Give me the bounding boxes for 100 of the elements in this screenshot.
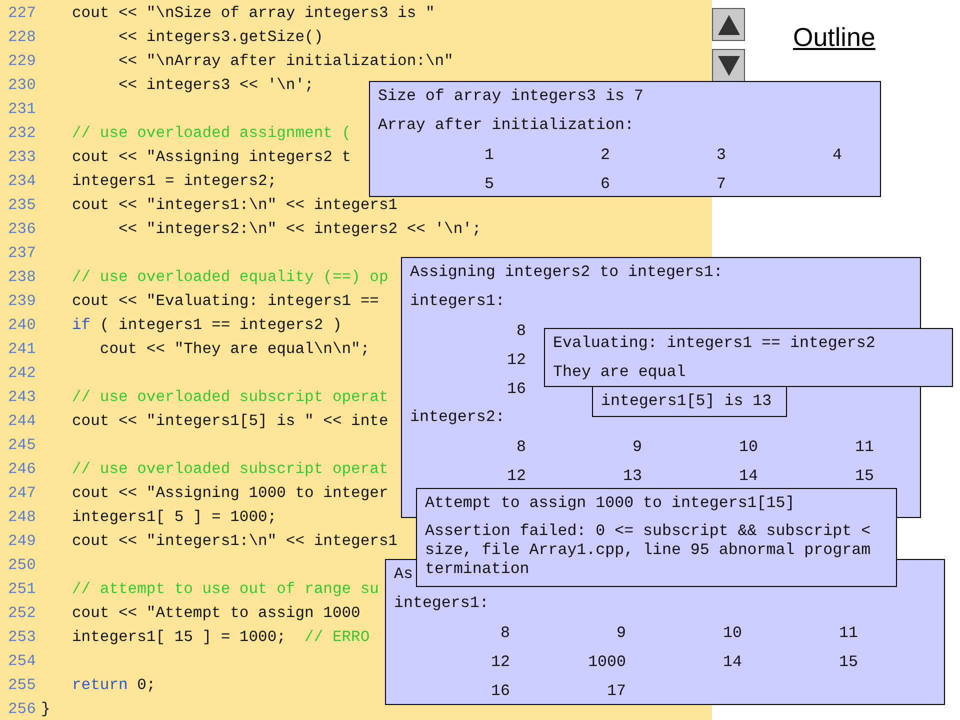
output-number: 8: [516, 322, 526, 340]
line-number: 256: [7, 700, 37, 718]
code-keyword: return: [72, 676, 128, 694]
code-text: cout << "integers1[5] is " << inte: [72, 412, 388, 430]
output-number: 12: [490, 652, 510, 670]
code-text: << "integers2:\n" << integers2 << '\n';: [118, 220, 482, 238]
code-text: integers1[ 5 ] = 1000;: [72, 508, 277, 526]
line-number: 227: [7, 4, 37, 22]
output-number: 17: [606, 682, 626, 700]
output-number: 11: [854, 438, 874, 456]
line-number: 231: [7, 100, 37, 118]
output-number: 14: [722, 652, 742, 670]
output-number: 16: [506, 380, 526, 398]
line-number: 244: [7, 412, 37, 430]
output-text: They are equal: [553, 362, 686, 383]
output-number: 16: [490, 682, 510, 700]
line-number: 229: [7, 52, 37, 70]
code-text: integers1 = integers2;: [72, 172, 277, 190]
code-text: << integers3.getSize(): [118, 28, 324, 46]
output-number: 1000: [587, 652, 626, 670]
code-text: cout << "Assigning 1000 to integer: [72, 484, 388, 502]
code-text: ( integers1 == integers2 ): [98, 316, 342, 334]
output-number: 4: [832, 146, 842, 164]
code-text: cout << "Attempt to assign 1000: [72, 604, 360, 622]
line-number: 248: [7, 508, 37, 526]
output-number: 8: [500, 624, 510, 642]
line-number: 249: [7, 532, 37, 550]
line-number: 239: [7, 292, 37, 310]
line-number: 232: [7, 124, 37, 142]
code-comment: // use overloaded subscript operat: [72, 460, 388, 478]
output-number: 7: [716, 174, 726, 192]
line-number: 243: [7, 388, 37, 406]
line-number: 228: [7, 28, 37, 46]
line-number: 240: [7, 316, 37, 334]
line-number: 251: [7, 580, 37, 598]
output-number: 12: [506, 466, 526, 484]
code-text: << integers3 << '\n';: [118, 76, 314, 94]
code-text: cout << "integers1:\n" << integers1: [72, 196, 398, 214]
line-number: 235: [7, 196, 37, 214]
output-text: integers1:: [410, 291, 505, 312]
output-text: integers1[5] is 13: [601, 391, 772, 412]
line-number: 230: [7, 76, 37, 94]
output-number: 15: [838, 652, 858, 670]
output-text: Assertion failed: 0 <= subscript && subscript < size, file Array1.cpp, line 95 abnormal program termination: [425, 522, 872, 579]
line-number: 245: [7, 436, 37, 454]
code-text: << "\nArray after initialization:\n": [118, 52, 454, 70]
output-text: integers1:: [394, 593, 489, 614]
code-comment: // use overloaded assignment (: [72, 124, 352, 142]
output-number: 15: [854, 466, 874, 484]
code-text: cout << "\nSize of array integers3 is ": [72, 4, 435, 22]
line-number: 247: [7, 484, 37, 502]
line-number: 250: [7, 556, 37, 574]
outline-title: Outline: [793, 22, 876, 54]
output-number: 9: [632, 438, 642, 456]
code-text: cout << "Assigning integers2 t: [72, 148, 352, 166]
code-keyword: if: [72, 316, 91, 334]
output-text: integers2:: [410, 407, 505, 428]
line-number: 233: [7, 148, 37, 166]
output-text: Size of array integers3 is 7: [378, 86, 644, 107]
output-number: 9: [616, 624, 626, 642]
output-text: Evaluating: integers1 == integers2: [553, 333, 876, 354]
line-number: 254: [7, 652, 37, 670]
line-number: 255: [7, 676, 37, 694]
line-number: 253: [7, 628, 37, 646]
output-number: 1: [484, 146, 494, 164]
next-button[interactable]: [712, 49, 745, 82]
line-number: 246: [7, 460, 37, 478]
code-comment: // attempt to use out of range su: [72, 580, 379, 598]
output-number: 12: [506, 350, 526, 368]
output-text: Attempt to assign 1000 to integers1[15]: [425, 493, 795, 514]
code-text: }: [41, 700, 50, 718]
output-number: 3: [716, 146, 726, 164]
output-number: 11: [838, 624, 858, 642]
output-text: As: [394, 564, 413, 585]
line-number: 242: [7, 364, 37, 382]
up-triangle-icon: [716, 14, 740, 36]
code-comment: // use overloaded subscript operat: [72, 388, 388, 406]
code-comment: // ERRO: [304, 628, 370, 646]
output-number: 2: [600, 146, 610, 164]
down-triangle-icon: [716, 54, 740, 76]
code-text: cout << "Evaluating: integers1 ==: [72, 292, 379, 310]
output-number: 10: [738, 438, 758, 456]
output-text: Assigning integers2 to integers1:: [410, 262, 723, 283]
code-text: cout << "integers1:\n" << integers1: [72, 532, 398, 550]
output-number: 14: [738, 466, 758, 484]
line-number: 241: [7, 340, 37, 358]
output-number: 5: [484, 174, 494, 192]
code-text: 0;: [136, 676, 156, 694]
code-text: cout << "They are equal\n\n";: [98, 340, 370, 358]
output-number: 13: [622, 466, 642, 484]
output-text: Array after initialization:: [378, 115, 634, 136]
output-number: 8: [516, 438, 526, 456]
line-number: 237: [7, 244, 37, 262]
previous-button[interactable]: [712, 8, 745, 41]
line-number: 236: [7, 220, 37, 238]
output-number: 6: [600, 174, 610, 192]
line-number: 252: [7, 604, 37, 622]
output-number: 10: [722, 624, 742, 642]
code-text: integers1[ 15 ] = 1000;: [72, 628, 287, 646]
line-number: 234: [7, 172, 37, 190]
